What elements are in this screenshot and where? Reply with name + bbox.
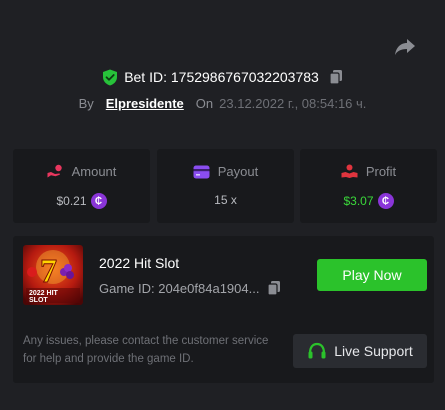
payout-card: Payout 15 x [157, 149, 294, 223]
thumb-line1: 2022 HIT [29, 290, 59, 297]
headset-icon [308, 342, 326, 359]
live-support-button[interactable]: Live Support [293, 334, 427, 368]
by-label: By [78, 95, 94, 111]
currency-coin-icon: ₵ [377, 193, 394, 209]
payout-value: 15 x [214, 193, 237, 207]
game-id: Game ID: 204e0f84a1904... [99, 280, 260, 296]
author-link[interactable]: Elpresidente [106, 96, 184, 111]
profit-hand-icon [341, 164, 358, 178]
support-message: Any issues, please contact the customer … [23, 335, 269, 365]
bet-datetime: 23.12.2022 г., 08:54:16 ч. [219, 95, 367, 111]
currency-coin-icon: ₵ [90, 193, 107, 209]
game-id-row: Game ID: 204e0f84a1904... [99, 280, 281, 296]
play-now-button[interactable]: Play Now [317, 259, 427, 291]
verified-shield-icon [103, 69, 118, 85]
hand-coin-icon [47, 164, 62, 178]
payout-label: Payout [217, 164, 259, 179]
game-card: 7 2022 HIT SLOT 2022 Hit Slot Game ID: 2… [13, 236, 434, 383]
game-title[interactable]: 2022 Hit Slot [99, 255, 179, 271]
game-thumbnail[interactable]: 7 2022 HIT SLOT [23, 245, 83, 305]
profit-value: $3.07 [343, 194, 374, 208]
bet-id: Bet ID: 1752986767032203783 [124, 69, 319, 85]
slot-thumbnail-image: 7 2022 HIT SLOT [23, 245, 83, 305]
bet-meta-row: By Elpresidente On 23.12.2022 г., 08:54:… [0, 93, 445, 113]
amount-label: Amount [71, 164, 117, 179]
on-label: On [195, 95, 214, 111]
amount-value: $0.21 [56, 194, 87, 208]
live-support-label: Live Support [334, 343, 413, 359]
share-arrow-icon [395, 39, 415, 55]
copy-icon[interactable] [329, 69, 343, 85]
svg-text:7: 7 [40, 253, 57, 290]
bet-id-row: Bet ID: 1752986767032203783 [0, 66, 445, 88]
profit-card: Profit $3.07 ₵ [300, 149, 437, 223]
amount-card: Amount $0.21 ₵ [13, 149, 150, 223]
profit-label: Profit [365, 164, 397, 179]
copy-icon[interactable] [267, 280, 281, 296]
thumb-line2: SLOT [29, 297, 48, 304]
share-button[interactable] [393, 36, 417, 58]
wallet-card-icon [193, 165, 210, 178]
